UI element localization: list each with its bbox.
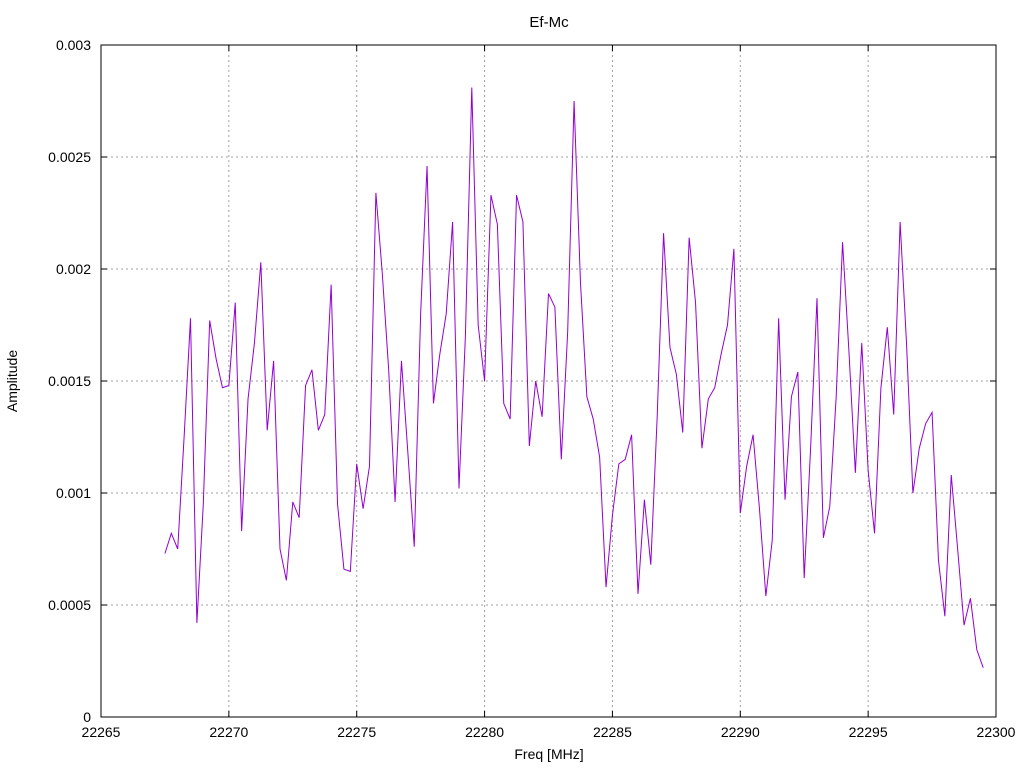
y-tick-label: 0: [83, 709, 91, 725]
y-tick-label: 0.001: [56, 485, 91, 501]
y-tick-label: 0.0005: [48, 597, 91, 613]
x-tick-label: 22295: [849, 724, 888, 740]
y-tick-label: 0.003: [56, 37, 91, 53]
y-axis-label: Amplitude: [4, 350, 20, 412]
grid: [101, 45, 996, 717]
y-tick-label: 0.002: [56, 261, 91, 277]
x-tick-label: 22290: [721, 724, 760, 740]
chart-title: Ef-Mc: [529, 14, 569, 31]
x-tick-label: 22275: [337, 724, 376, 740]
tick-labels: 22265 22270 22275 22280 22285 22290 22295 22300…: [48, 37, 1016, 740]
x-tick-label: 22285: [593, 724, 632, 740]
x-tick-label: 22300: [977, 724, 1016, 740]
series-line: [164, 87, 984, 668]
y-tick-label: 0.0025: [48, 149, 91, 165]
line-chart: Ef-Mc 22265 22270 22275 22280 22285 22290 2229…: [4, 14, 1016, 762]
x-tick-label: 22265: [82, 724, 121, 740]
x-tick-label: 22270: [209, 724, 248, 740]
x-axis-label: Freq [MHz]: [514, 746, 583, 762]
x-tick-label: 22280: [465, 724, 504, 740]
y-tick-label: 0.0015: [48, 373, 91, 389]
